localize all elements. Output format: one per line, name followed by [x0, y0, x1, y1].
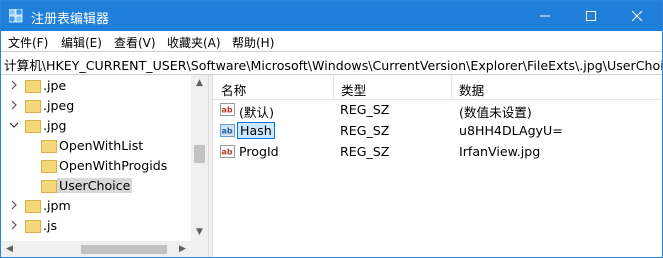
value-row-default[interactable]: ab (默认) REG_SZ (数值未设置): [213, 100, 662, 120]
list-header: 名称 类型 数据: [213, 75, 662, 100]
minimize-icon: [540, 15, 550, 17]
svg-text:ab: ab: [222, 127, 233, 136]
tree-item-label: OpenWithProgids: [59, 158, 168, 173]
value-type: REG_SZ: [340, 102, 390, 117]
tree-item-label: OpenWithList: [59, 138, 144, 153]
value-data: IrfanView.jpg: [459, 144, 541, 159]
tree-item-openwithprogids[interactable]: OpenWithProgids: [1, 156, 191, 176]
value-row-hash[interactable]: ab Hash REG_SZ u8HH4DLAgyU=: [213, 121, 662, 141]
close-button[interactable]: [614, 1, 660, 31]
value-type: REG_SZ: [340, 123, 390, 138]
scroll-left-arrow-icon[interactable]: ◀: [1, 241, 18, 257]
close-icon: [632, 11, 642, 21]
string-value-icon: ab: [220, 103, 235, 116]
value-type: REG_SZ: [340, 144, 390, 159]
tree-item-jpg[interactable]: .jpg: [1, 116, 191, 136]
string-value-icon: ab: [220, 145, 235, 158]
scroll-corner: [191, 241, 208, 257]
maximize-button[interactable]: [568, 1, 614, 31]
string-value-icon: ab: [220, 124, 235, 137]
menu-help[interactable]: 帮助(H): [232, 34, 274, 51]
menu-edit[interactable]: 编辑(E): [61, 34, 102, 51]
registry-editor-icon: [9, 9, 23, 23]
tree-item-label: .js: [43, 218, 58, 233]
menu-view[interactable]: 查看(V): [114, 34, 156, 51]
chevron-right-icon[interactable]: [9, 200, 19, 210]
folder-icon: [41, 160, 57, 173]
column-divider[interactable]: [333, 75, 334, 99]
value-name: Hash: [237, 122, 275, 139]
address-path[interactable]: 计算机\HKEY_CURRENT_USER\Software\Microsoft…: [4, 55, 662, 74]
folder-open-icon: [25, 120, 41, 133]
column-divider[interactable]: [451, 75, 452, 99]
menu-file[interactable]: 文件(F): [8, 34, 48, 51]
folder-icon: [41, 140, 57, 153]
tree-vertical-scrollbar[interactable]: ▲ ▼: [191, 75, 208, 241]
value-data: (数值未设置): [459, 105, 532, 120]
value-name: ProgId: [239, 144, 279, 159]
scroll-up-arrow-icon[interactable]: ▲: [191, 75, 208, 92]
tree-item-js[interactable]: .js: [1, 216, 191, 236]
folder-icon: [25, 80, 41, 93]
svg-text:ab: ab: [222, 106, 233, 115]
tree-vertical-scroll-thumb[interactable]: [194, 145, 205, 163]
scroll-right-arrow-icon[interactable]: ▶: [174, 241, 191, 257]
tree-item-jpm[interactable]: .jpm: [1, 196, 191, 216]
minimize-button[interactable]: [522, 1, 568, 31]
tree-item-jpe[interactable]: .jpe: [1, 76, 191, 96]
values-list: 名称 类型 数据 ab (默认) REG_SZ (数值未设置) ab Hash …: [213, 75, 662, 257]
column-header-type[interactable]: 类型: [341, 80, 366, 99]
scroll-down-arrow-icon[interactable]: ▼: [191, 224, 208, 241]
address-bar[interactable]: 计算机\HKEY_CURRENT_USER\Software\Microsoft…: [1, 51, 662, 75]
title-bar: 注册表编辑器: [1, 1, 662, 31]
chevron-right-icon[interactable]: [9, 80, 19, 90]
key-tree: .jpe .jpeg .jpg OpenWithList OpenWithPro…: [1, 75, 208, 257]
tree-item-jpeg[interactable]: .jpeg: [1, 96, 191, 116]
registry-editor-window: 注册表编辑器 文件(F) 编辑(E) 查看(V) 收藏夹(A) 帮助(H) 计算…: [0, 0, 663, 258]
tree-item-label: UserChoice: [57, 178, 133, 193]
value-data: u8HH4DLAgyU=: [459, 123, 563, 138]
folder-icon: [25, 100, 41, 113]
chevron-right-icon[interactable]: [9, 100, 19, 110]
maximize-icon: [586, 11, 596, 21]
svg-text:ab: ab: [222, 148, 233, 157]
value-name: (默认): [239, 105, 275, 120]
chevron-down-icon[interactable]: [9, 120, 19, 130]
column-header-data[interactable]: 数据: [459, 80, 484, 99]
tree-item-label: .jpeg: [43, 98, 75, 113]
tree-item-label: .jpg: [43, 118, 67, 133]
tree-item-label: .jpm: [43, 198, 71, 213]
folder-icon: [25, 220, 41, 233]
tree-horizontal-scroll-thumb[interactable]: [81, 245, 167, 254]
menu-bar: 文件(F) 编辑(E) 查看(V) 收藏夹(A) 帮助(H): [1, 31, 662, 51]
tree-item-userchoice[interactable]: UserChoice: [1, 176, 191, 196]
tree-item-label: .jpe: [43, 78, 67, 93]
tree-horizontal-scrollbar[interactable]: ◀ ▶: [1, 241, 191, 257]
chevron-right-icon[interactable]: [9, 220, 19, 230]
tree-item-openwithlist[interactable]: OpenWithList: [1, 136, 191, 156]
menu-favorites[interactable]: 收藏夹(A): [167, 34, 221, 51]
value-row-progid[interactable]: ab ProgId REG_SZ IrfanView.jpg: [213, 142, 662, 162]
column-header-name[interactable]: 名称: [221, 80, 246, 99]
window-title: 注册表编辑器: [31, 12, 110, 27]
folder-icon: [25, 200, 41, 213]
folder-icon: [41, 180, 57, 193]
